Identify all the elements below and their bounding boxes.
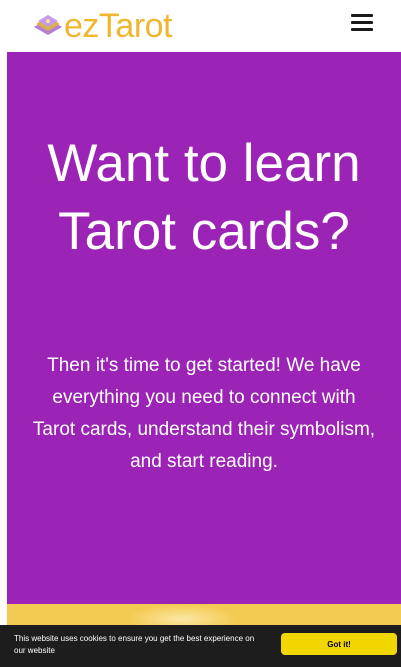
menu-bar (351, 28, 373, 31)
cookie-accept-button[interactable]: Got it! (281, 633, 397, 655)
menu-bar (351, 14, 373, 17)
logo-text: ezTarot (64, 7, 173, 45)
site-header: ezTarot (0, 0, 401, 50)
hamburger-menu-icon[interactable] (351, 14, 373, 34)
hero-title: Want to learn Tarot cards? (47, 134, 361, 261)
hero-subtitle: Then it's time to get started! We have e… (32, 355, 376, 472)
hero-section: Want to learn Tarot cards? Then it's tim… (7, 52, 401, 604)
cookie-banner: This website uses cookies to ensure you … (0, 625, 401, 667)
tarot-cards-icon (34, 15, 62, 35)
cookie-message: This website uses cookies to ensure you … (14, 634, 255, 655)
page: ezTarot Want to learn Tarot cards? Then … (0, 0, 401, 667)
menu-bar (351, 21, 373, 24)
site-logo[interactable]: ezTarot (30, 6, 173, 46)
